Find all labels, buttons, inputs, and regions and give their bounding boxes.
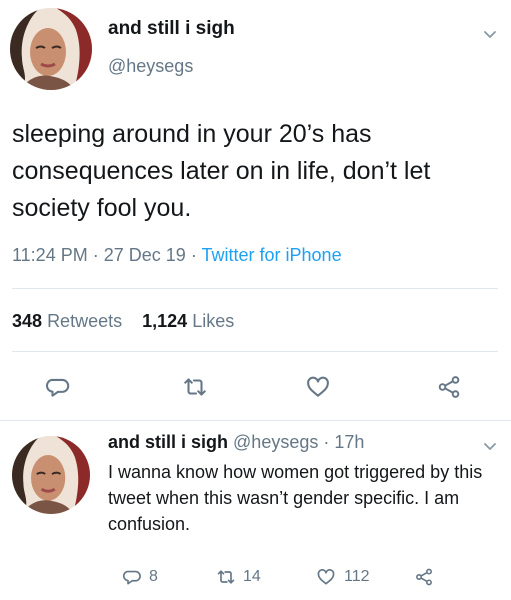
tweet-time[interactable]: 11:24 PM — [12, 245, 88, 265]
avatar[interactable] — [12, 436, 90, 514]
meta-separator: · — [190, 245, 197, 265]
likes-count: 1,124 — [142, 311, 188, 331]
user-handle[interactable]: @heysegs — [108, 56, 193, 77]
divider — [0, 420, 511, 421]
retweets-label: Retweets — [47, 311, 123, 331]
tweet-age[interactable]: 17h — [334, 432, 364, 452]
divider — [12, 351, 498, 352]
tweet-text: sleeping around in your 20’s has consequ… — [12, 120, 431, 222]
likes-stat[interactable]: 1,124 Likes — [142, 311, 234, 331]
chevron-down-icon[interactable] — [482, 26, 498, 42]
reply-header: and still i sigh @heysegs · 17h — [108, 432, 364, 453]
likes-label: Likes — [192, 311, 235, 331]
share-icon[interactable] — [414, 567, 434, 587]
retweet-icon[interactable] — [216, 567, 236, 587]
divider — [12, 288, 498, 289]
avatar[interactable] — [10, 8, 92, 90]
like-icon[interactable] — [305, 374, 331, 400]
share-icon[interactable] — [436, 374, 462, 400]
avatar-image — [10, 8, 92, 90]
tweet-date[interactable]: 27 Dec 19 — [104, 245, 186, 265]
retweets-count: 348 — [12, 311, 43, 331]
display-name[interactable]: and still i sigh — [108, 432, 228, 452]
tweet-client-link[interactable]: Twitter for iPhone — [202, 245, 342, 265]
reply-icon[interactable] — [46, 374, 72, 400]
user-handle[interactable]: @heysegs — [233, 432, 318, 452]
retweet-count: 14 — [243, 568, 261, 585]
reply-icon[interactable] — [123, 567, 143, 587]
reply-count: 8 — [149, 568, 158, 585]
tweet-meta: 11:24 PM · 27 Dec 19 · Twitter for iPhon… — [12, 245, 342, 266]
chevron-down-icon[interactable] — [482, 438, 498, 454]
meta-separator: · — [92, 245, 99, 265]
meta-separator: · — [323, 432, 330, 452]
like-count: 112 — [344, 568, 370, 585]
tweet-stats: 348 Retweets 1,124 Likes — [12, 311, 234, 332]
retweet-icon[interactable] — [182, 374, 208, 400]
like-icon[interactable] — [316, 567, 336, 587]
retweets-stat[interactable]: 348 Retweets — [12, 311, 122, 331]
avatar-image — [12, 436, 90, 514]
reply-text: I wanna know how women got triggered by … — [108, 462, 483, 534]
display-name[interactable]: and still i sigh — [108, 18, 235, 40]
